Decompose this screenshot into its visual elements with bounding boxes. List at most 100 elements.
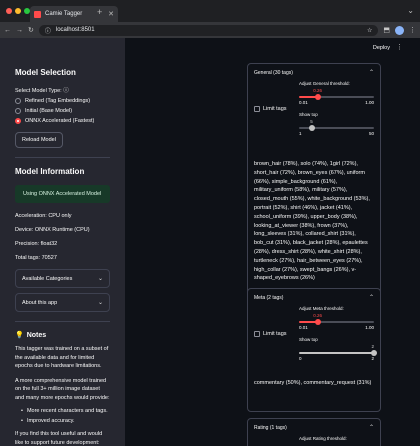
radio-button[interactable] <box>15 98 21 104</box>
radio-button[interactable] <box>15 118 21 124</box>
threshold-value-container: 0.26 <box>299 313 374 319</box>
model-type-radio-option[interactable]: ONNX Accelerated (Fastest) <box>15 118 110 124</box>
slider-min: 0 <box>299 356 302 361</box>
notes-paragraph: If you find this tool useful and would l… <box>15 431 103 446</box>
slider-max: 50 <box>368 131 374 136</box>
device-text: Device: ONNX Runtime (CPU) <box>15 227 90 233</box>
model-type-radio-option[interactable]: Refined (Tag Embeddings) <box>15 98 110 104</box>
panel-title: Meta (2 tags) <box>254 294 284 301</box>
checkbox-box[interactable] <box>254 330 260 337</box>
radio-label: Initial (Base Model) <box>25 108 73 114</box>
site-info-icon[interactable]: ⓘ <box>45 26 51 35</box>
model-type-label: Select Model Type: ⓘ <box>15 88 69 94</box>
close-window-icon[interactable] <box>6 8 12 14</box>
slider-min: 0.01 <box>299 325 308 330</box>
slider-thumb[interactable] <box>308 125 315 131</box>
chevron-up-icon: ⌃ <box>368 70 374 76</box>
notes-paragraph: A more comprehensive model trained on th… <box>15 377 110 401</box>
browser-tab[interactable]: Camie Tagger ✕ <box>30 6 118 22</box>
limit-tags-checkbox[interactable]: Limit tags <box>254 81 296 136</box>
close-tab-icon[interactable]: ✕ <box>108 10 114 18</box>
expander-label: About this app <box>22 299 58 306</box>
notes-heading: 💡 Notes <box>15 331 110 340</box>
back-icon[interactable]: ← <box>4 27 11 34</box>
sidebar: Model Selection Select Model Type: ⓘ Ref… <box>0 38 125 446</box>
radio-button[interactable] <box>15 108 21 114</box>
reload-model-button[interactable]: Reload Model <box>15 132 63 148</box>
radio-label: ONNX Accelerated (Fastest) <box>25 118 95 124</box>
slider-thumb[interactable] <box>371 350 377 356</box>
help-icon[interactable]: ⓘ <box>63 88 69 94</box>
threshold-slider[interactable] <box>299 94 374 100</box>
reload-icon[interactable]: ↻ <box>28 26 34 34</box>
meta-tags-panel: Meta (2 tags) ⌃ Limit tags Adjust Meta t… <box>247 288 381 412</box>
main-menu-icon[interactable]: ⋮ <box>396 43 403 51</box>
topk-value: 2 <box>371 344 374 349</box>
slider-thumb[interactable] <box>314 319 321 325</box>
model-type-radio-group: Refined (Tag Embeddings) Initial (Base Mo… <box>15 98 110 124</box>
divider <box>15 157 110 158</box>
slider-min: 1 <box>299 131 302 136</box>
divider <box>15 321 110 322</box>
streamlit-favicon-icon <box>34 10 41 18</box>
slider-max: 1.00 <box>365 325 374 330</box>
panel-header[interactable]: Rating (1 tags) ⌃ <box>248 419 380 436</box>
expander-label: Available Categories <box>22 275 73 282</box>
chevron-up-icon: ⌃ <box>368 295 374 301</box>
model-information-title: Model Information <box>15 167 85 176</box>
threshold-label: Adjust General threshold: <box>299 81 350 86</box>
slider-min: 0.01 <box>299 100 308 105</box>
threshold-slider[interactable] <box>299 319 374 325</box>
chevron-down-icon: ⌄ <box>97 276 103 282</box>
browser-tab-bar: Camie Tagger ✕ + ⌄ <box>0 0 420 22</box>
slider-max: 2 <box>371 356 374 361</box>
address-bar-row: ← → ↻ ⓘ localhost:8501 ☆ ⬒ ⋮ <box>0 22 420 38</box>
panel-title: Rating (1 tags) <box>254 424 287 431</box>
notes-title: Notes <box>26 331 47 339</box>
topk-value-container: 5 <box>299 119 374 125</box>
lightbulb-icon: 💡 <box>15 332 24 339</box>
model-selection-title: Model Selection <box>15 68 76 77</box>
main-area: Deploy ⋮ General (30 tags) ⌃ Limit tags … <box>125 38 420 446</box>
chevron-down-icon: ⌄ <box>97 300 103 306</box>
limit-tags-label: Limit tags <box>263 105 287 112</box>
limit-tags-checkbox[interactable]: Limit tags <box>254 306 296 361</box>
panel-header[interactable]: General (30 tags) ⌃ <box>248 64 380 81</box>
list-item: • More recent characters and tags. <box>21 408 108 415</box>
show-top-label: Show top <box>299 337 318 342</box>
slider-max: 1.00 <box>365 100 374 105</box>
threshold-label: Adjust Rating threshold: <box>299 436 347 441</box>
minimize-window-icon[interactable] <box>15 8 21 14</box>
show-top-slider[interactable] <box>299 125 374 131</box>
topk-value: 5 <box>310 119 313 124</box>
new-tab-icon[interactable]: + <box>97 7 102 17</box>
checkbox-box[interactable] <box>254 105 260 112</box>
total-tags-text: Total tags: 70527 <box>15 255 57 261</box>
url-field[interactable]: ⓘ localhost:8501 ☆ <box>38 24 379 36</box>
meta-tags-text: commentary (50%), commentary_request (31… <box>254 380 372 386</box>
notes-paragraph: This tagger was trained on a subset of t… <box>15 346 109 370</box>
forward-icon[interactable]: → <box>16 27 23 34</box>
browser-menu-icon[interactable]: ⋮ <box>409 26 416 34</box>
success-alert: Using ONNX Accelerated Model <box>15 185 110 203</box>
panel-title: General (30 tags) <box>254 69 293 76</box>
tab-list-chevron-icon[interactable]: ⌄ <box>407 6 414 15</box>
show-top-slider[interactable] <box>299 350 377 356</box>
slider-thumb[interactable] <box>314 94 321 100</box>
precision-text: Precision: float32 <box>15 241 58 247</box>
radio-label: Refined (Tag Embeddings) <box>25 98 91 104</box>
threshold-value: 0.26 <box>313 88 323 93</box>
profile-avatar[interactable] <box>395 25 404 35</box>
available-categories-expander[interactable]: Available Categories ⌄ <box>15 269 110 288</box>
panel-header[interactable]: Meta (2 tags) ⌃ <box>248 289 380 306</box>
topk-value-container: 2 <box>299 344 374 350</box>
threshold-value: 0.26 <box>313 313 323 318</box>
tab-title: Camie Tagger <box>45 11 83 17</box>
deploy-button[interactable]: Deploy <box>373 45 390 51</box>
model-type-radio-option[interactable]: Initial (Base Model) <box>15 108 110 114</box>
about-expander[interactable]: About this app ⌄ <box>15 293 110 312</box>
extensions-icon[interactable]: ⬒ <box>383 26 390 34</box>
bookmark-star-icon[interactable]: ☆ <box>367 27 372 34</box>
url-text: localhost:8501 <box>55 27 95 33</box>
chevron-up-icon: ⌃ <box>368 425 374 431</box>
